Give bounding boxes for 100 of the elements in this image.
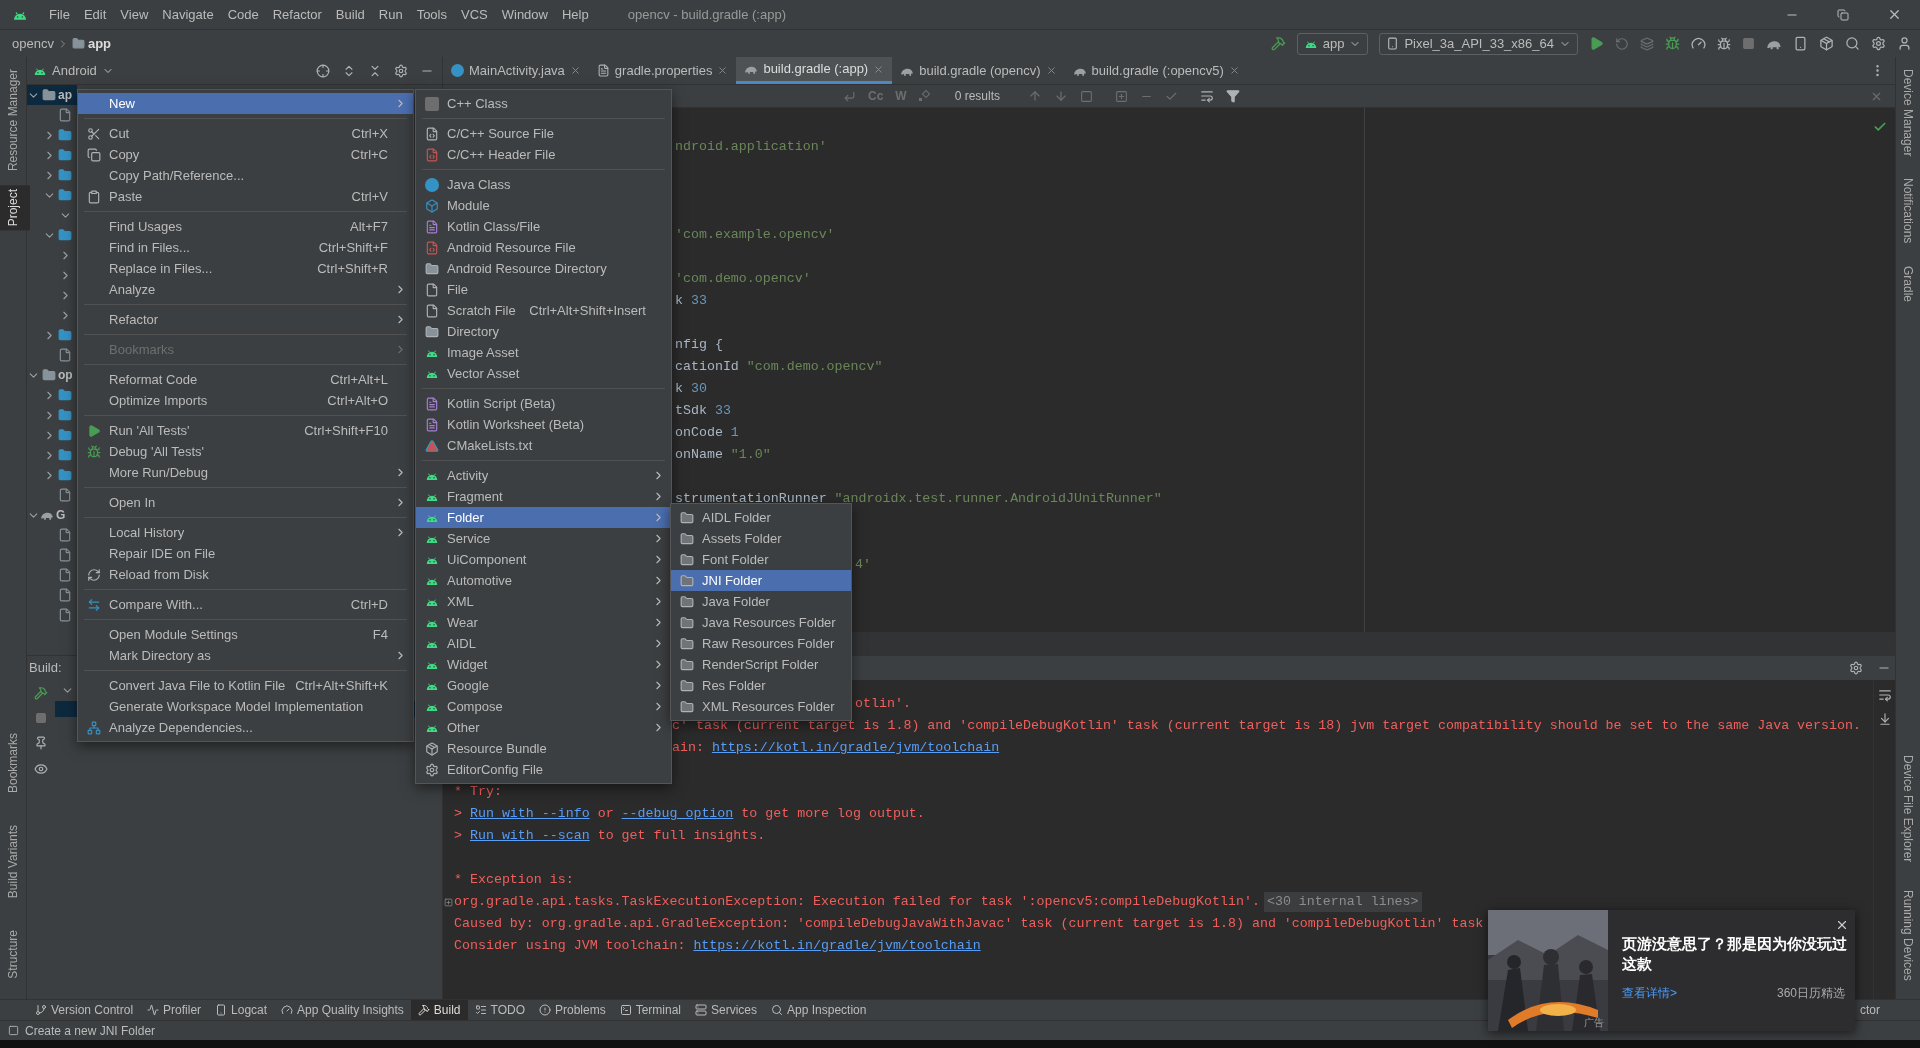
tool-window-button[interactable]: Build [410, 1000, 468, 1020]
tool-window-tab[interactable]: Structure [0, 926, 30, 983]
tree-label[interactable]: ap [58, 86, 72, 104]
menu-item[interactable]: More Run/Debug [78, 462, 413, 483]
link[interactable]: https://kotl.in/gradle/jvm/toolchain [711, 738, 1000, 758]
tool-window-button[interactable]: Problems [531, 1000, 613, 1020]
menu-bar-item[interactable]: Build [328, 4, 372, 25]
link[interactable]: https://kotl.in/gradle/jvm/toolchain [693, 936, 981, 956]
menu-bar-item[interactable]: Help [554, 4, 596, 25]
menu-item[interactable]: EditorConfig File [416, 759, 671, 780]
menu-bar-item[interactable]: Run [371, 4, 410, 25]
soft-wrap-icon[interactable] [1877, 688, 1892, 702]
restore-icon[interactable] [1837, 8, 1849, 21]
menu-item[interactable]: Service [416, 528, 671, 549]
locate-icon[interactable] [316, 63, 330, 78]
run-config-dropdown[interactable]: app [1296, 32, 1369, 55]
menu-item[interactable]: Debug 'All Tests' [78, 441, 413, 462]
menu-item[interactable]: Mark Directory as [78, 645, 413, 666]
tool-window-button[interactable]: Terminal [612, 1000, 688, 1020]
menu-item[interactable]: Kotlin Script (Beta) [416, 393, 671, 414]
menu-item[interactable]: Optimize Imports Ctrl+Alt+O [78, 390, 413, 411]
menu-bar-item[interactable]: File [42, 4, 77, 25]
menu-item[interactable]: Repair IDE on File [78, 543, 413, 564]
tool-window-tab[interactable]: Build Variants [0, 821, 30, 903]
menu-item[interactable]: Java Resources Folder [671, 612, 851, 633]
profile-icon[interactable] [1691, 36, 1706, 51]
menu-item[interactable]: Generate Workspace Model Implementation [78, 696, 413, 717]
close-tab-icon[interactable] [717, 65, 729, 76]
menu-item[interactable]: C/C++ Header File [416, 144, 671, 165]
menu-item[interactable]: AIDL Folder [671, 507, 851, 528]
menu-item[interactable]: Module [416, 195, 671, 216]
menu-item[interactable]: Widget [416, 654, 671, 675]
menu-item[interactable]: Replace in Files... Ctrl+Shift+R [78, 258, 413, 279]
menu-item[interactable]: Google [416, 675, 671, 696]
menu-item[interactable]: Directory [416, 321, 671, 342]
collapse-all-icon[interactable] [368, 63, 382, 78]
menu-item[interactable]: Copy Path/Reference... [78, 165, 413, 186]
menu-item[interactable]: Android Resource Directory [416, 258, 671, 279]
menu-bar-item[interactable]: Tools [409, 4, 454, 25]
menu-item[interactable]: Compare With... Ctrl+D [78, 594, 413, 615]
menu-item[interactable]: Compose [416, 696, 671, 717]
tree-label[interactable]: G [56, 506, 66, 524]
menu-item[interactable]: Local History [78, 522, 413, 543]
scroll-to-end-icon[interactable] [1877, 712, 1892, 726]
tool-window-button[interactable]: Version Control [28, 1000, 141, 1020]
menu-item[interactable]: Open Module Settings F4 [78, 624, 413, 645]
breadcrumb[interactable]: app [87, 33, 112, 54]
menu-item[interactable]: Vector Asset [416, 363, 671, 384]
hammer-icon[interactable] [34, 686, 48, 700]
menu-bar-item[interactable]: Navigate [155, 4, 221, 25]
link[interactable]: Run with --scan [469, 826, 590, 846]
menu-item[interactable]: Image Asset [416, 342, 671, 363]
sdk-manager-icon[interactable] [1819, 36, 1834, 51]
menu-bar-item[interactable]: VCS [454, 4, 495, 25]
menu-item[interactable]: Assets Folder [671, 528, 851, 549]
search-icon[interactable] [1845, 36, 1860, 51]
editor-tab[interactable]: build.gradle (:app) [736, 57, 893, 84]
settings-icon[interactable] [394, 63, 408, 78]
tool-window-tab[interactable]: Bookmarks [0, 729, 30, 798]
settings-icon[interactable] [1871, 36, 1886, 51]
close-tab-icon[interactable] [1045, 65, 1057, 76]
editor-tab[interactable]: build.gradle (opencv) [892, 57, 1065, 84]
menu-item[interactable]: Raw Resources Folder [671, 633, 851, 654]
menu-item[interactable]: Analyze Dependencies... [78, 717, 413, 738]
menu-item[interactable]: CMakeLists.txt [416, 435, 671, 456]
expand-icon[interactable] [444, 897, 453, 907]
filter-icon[interactable] [1226, 89, 1241, 103]
tool-window-tab[interactable]: Gradle [1891, 261, 1920, 306]
stop-icon[interactable] [35, 712, 47, 724]
menu-bar-item[interactable]: View [113, 4, 156, 25]
menu-item[interactable]: Automotive [416, 570, 671, 591]
menu-item[interactable]: UiComponent [416, 549, 671, 570]
filter-options-icon[interactable] [1200, 89, 1215, 103]
select-all-icon[interactable] [1080, 89, 1094, 103]
tool-window-button[interactable]: App Quality Insights [274, 1000, 411, 1020]
menu-item[interactable]: XML Resources Folder [671, 696, 851, 717]
menu-item[interactable]: Convert Java File to Kotlin File Ctrl+Alt+Shift+K [78, 675, 413, 696]
editor-tab[interactable]: gradle.properties [588, 57, 737, 84]
close-tab-icon[interactable] [1228, 65, 1240, 76]
menu-item[interactable]: Scratch File Ctrl+Alt+Shift+Insert [416, 300, 671, 321]
link[interactable]: Run with --info [469, 804, 590, 824]
apply-changes-icon[interactable] [1640, 36, 1654, 51]
tool-window-button[interactable]: Logcat [208, 1000, 275, 1020]
menu-bar-item[interactable]: Code [220, 4, 266, 25]
menu-item[interactable]: RenderScript Folder [671, 654, 851, 675]
menu-item[interactable]: JNI Folder [671, 570, 851, 591]
menu-bar-item[interactable]: Edit [76, 4, 114, 25]
tool-window-button[interactable]: TODO [467, 1000, 532, 1020]
hammer-icon[interactable] [1270, 36, 1286, 51]
run-icon[interactable] [1589, 36, 1604, 51]
link[interactable]: --debug option [621, 804, 734, 824]
eye-icon[interactable] [34, 762, 48, 776]
new-line-icon[interactable] [843, 89, 856, 103]
menu-item[interactable]: Reload from Disk [78, 564, 413, 585]
menu-item[interactable]: AIDL [416, 633, 671, 654]
menu-item[interactable]: Find Usages Alt+F7 [78, 216, 413, 237]
editor-tab[interactable]: build.gradle (:opencv5) [1064, 57, 1248, 84]
menu-item[interactable]: Open In [78, 492, 413, 513]
pin-icon[interactable] [34, 736, 48, 750]
device-dropdown[interactable]: Pixel_3a_API_33_x86_64 [1379, 32, 1578, 55]
